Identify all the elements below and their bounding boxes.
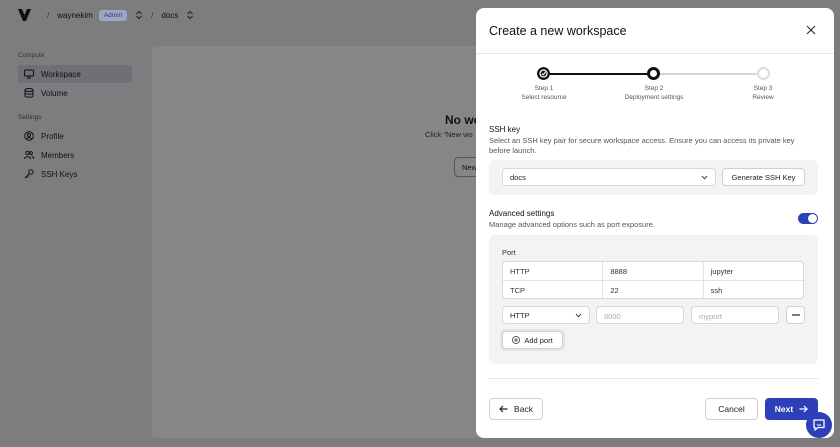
advanced-settings-description: Manage advanced options such as port exp… xyxy=(489,220,655,229)
port-table: HTTP 8888 jupyter TCP 22 ssh xyxy=(502,261,804,299)
users-icon xyxy=(24,150,34,160)
breadcrumb-separator: / xyxy=(47,10,50,20)
sidebar-item-workspace[interactable]: Workspace xyxy=(18,65,132,83)
arrow-right-icon xyxy=(799,405,809,413)
monitor-icon xyxy=(24,69,34,79)
minus-icon xyxy=(791,314,800,316)
chat-support-button[interactable] xyxy=(806,412,832,438)
port-protocol-cell: TCP xyxy=(510,286,525,295)
next-label: Next xyxy=(774,404,794,414)
stepper: Step 1 Select resource Step 2 Deployment s… xyxy=(476,66,834,106)
breadcrumb-separator: / xyxy=(151,10,154,20)
chat-icon xyxy=(813,419,825,431)
port-name-input[interactable]: myport xyxy=(691,306,779,324)
plus-circle-icon xyxy=(512,336,521,344)
sidebar-item-profile[interactable]: Profile xyxy=(18,127,132,145)
port-number-cell: 22 xyxy=(602,281,702,298)
port-number-input[interactable]: 8000 xyxy=(596,306,684,324)
footer-divider xyxy=(489,378,818,379)
arrow-left-icon xyxy=(499,405,508,413)
port-name-cell: jupyter xyxy=(702,262,803,280)
back-label: Back xyxy=(514,404,533,414)
ssh-key-panel: docs Generate SSH Key xyxy=(489,160,818,195)
ssh-key-description: Select an SSH key pair for secure worksp… xyxy=(489,136,795,155)
project-name[interactable]: docs xyxy=(161,11,178,20)
user-circle-icon xyxy=(24,131,34,141)
protocol-select-value: HTTP xyxy=(510,311,530,320)
sidebar-item-label: Volume xyxy=(41,88,68,98)
sidebar-item-members[interactable]: Members xyxy=(18,146,132,164)
sidebar-item-label: Workspace xyxy=(41,69,81,79)
remove-port-button[interactable] xyxy=(786,306,805,324)
back-button[interactable]: Back xyxy=(489,398,543,420)
sidebar-item-ssh-keys[interactable]: SSH Keys xyxy=(18,165,132,183)
sidebar-item-label: Members xyxy=(41,150,75,160)
create-workspace-modal: Create a new workspace Step 1 Select reso… xyxy=(476,8,834,438)
modal-header: Create a new workspace xyxy=(476,8,834,54)
add-port-label: Add port xyxy=(524,335,553,345)
port-name-cell: ssh xyxy=(702,281,803,298)
app-logo-icon[interactable] xyxy=(18,9,31,21)
ssh-key-section: SSH key Select an SSH key pair for secur… xyxy=(489,125,814,156)
chevron-up-down-icon[interactable] xyxy=(135,10,143,20)
protocol-select[interactable]: HTTP xyxy=(502,306,590,324)
step-1-label: Step 1 Select resource xyxy=(521,85,567,101)
advanced-settings-toggle[interactable] xyxy=(798,213,818,224)
key-icon xyxy=(24,169,34,179)
table-row: HTTP 8888 jupyter xyxy=(503,262,803,280)
add-port-button[interactable]: Add port xyxy=(502,331,563,349)
chevron-up-down-icon[interactable] xyxy=(186,10,194,20)
stepper-line-complete xyxy=(544,73,654,75)
step-2-current-dot[interactable] xyxy=(647,67,660,80)
sidebar-item-volume[interactable]: Volume xyxy=(18,84,132,102)
port-number-cell: 8888 xyxy=(602,262,702,280)
workspace-list-panel xyxy=(152,46,532,438)
ssh-key-select-value: docs xyxy=(510,173,526,182)
sidebar-item-label: SSH Keys xyxy=(41,169,78,179)
database-icon xyxy=(24,88,34,98)
empty-state-subtitle: Click "New wo xyxy=(425,130,473,139)
generate-ssh-key-button[interactable]: Generate SSH Key xyxy=(722,168,805,186)
port-label: Port xyxy=(502,248,516,257)
port-panel: Port HTTP 8888 jupyter TCP 22 ssh HTTP 8… xyxy=(489,235,818,364)
ssh-key-select[interactable]: docs xyxy=(502,168,716,186)
step-3-label: Step 3 Review xyxy=(752,85,774,101)
step-3-upcoming-dot[interactable] xyxy=(757,67,770,80)
advanced-settings-title: Advanced settings xyxy=(489,209,555,218)
step-2-label: Step 2 Deployment settings xyxy=(624,85,684,101)
chevron-down-icon xyxy=(575,313,582,318)
user-name[interactable]: waynekim xyxy=(57,11,93,20)
chevron-down-icon xyxy=(701,175,708,180)
stepper-line-upcoming xyxy=(654,73,764,75)
sidebar-section-settings: Settings xyxy=(18,114,42,121)
toggle-knob xyxy=(808,214,817,223)
advanced-settings-section: Advanced settings Manage advanced option… xyxy=(489,209,655,230)
role-badge: Admin xyxy=(98,9,128,21)
sidebar: Compute Workspace Volume Settings Profil… xyxy=(0,30,140,447)
sidebar-section-compute: Compute xyxy=(18,52,45,59)
step-1-check-icon[interactable] xyxy=(537,67,550,80)
close-icon[interactable] xyxy=(806,25,816,35)
cancel-button[interactable]: Cancel xyxy=(705,398,758,420)
table-row: TCP 22 ssh xyxy=(503,280,803,298)
port-protocol-cell: HTTP xyxy=(510,267,530,276)
sidebar-item-label: Profile xyxy=(41,131,64,141)
ssh-key-title: SSH key xyxy=(489,125,521,134)
modal-title: Create a new workspace xyxy=(489,23,627,38)
